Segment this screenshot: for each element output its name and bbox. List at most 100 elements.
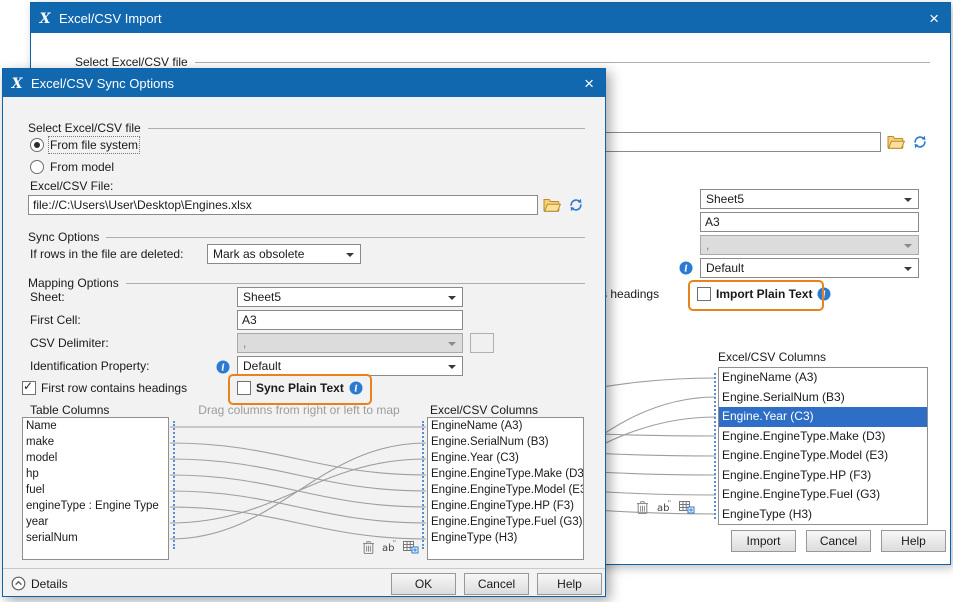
help-button[interactable]: Help (537, 573, 602, 595)
separator-line (148, 128, 585, 129)
file-path-input[interactable] (28, 195, 538, 215)
radio-from-model[interactable]: From model (30, 159, 114, 174)
excel-columns-list[interactable]: EngineName (A3)Engine.SerialNum (B3)Engi… (427, 417, 584, 560)
identification-property-combo[interactable]: Default (700, 258, 919, 278)
radio-unselected-icon[interactable] (30, 160, 44, 174)
refresh-icon[interactable] (567, 196, 585, 213)
list-item[interactable]: fuel (23, 482, 168, 498)
list-item[interactable]: Engine.EngineType.Make (D3) (428, 466, 583, 482)
first-row-headings-checkbox[interactable]: First row contains headings (22, 380, 187, 396)
custom-delimiter-input (470, 333, 494, 353)
dialog-title: Excel/CSV Sync Options (31, 76, 174, 91)
list-item[interactable]: Name (23, 418, 168, 434)
mapping-curve (170, 459, 426, 491)
refresh-arrows-icon (912, 134, 928, 150)
help-button[interactable]: Help (881, 530, 946, 552)
info-icon[interactable]: i (679, 261, 693, 275)
import-dialog-titlebar[interactable]: X Excel/CSV Import × (31, 3, 950, 33)
list-item[interactable]: Engine.EngineType.HP (F3) (719, 466, 927, 486)
refresh-icon[interactable] (911, 133, 929, 150)
dialog-title: Excel/CSV Import (59, 11, 162, 26)
svg-text:i: i (354, 385, 358, 395)
list-item[interactable]: year (23, 514, 168, 530)
first-cell-input[interactable] (700, 212, 919, 232)
list-item[interactable]: Engine.EngineType.Model (E3) (428, 482, 583, 498)
sync-plain-text-label: Sync Plain Text (256, 381, 344, 395)
list-item[interactable]: EngineName (A3) (719, 368, 927, 388)
details-label: Details (31, 577, 68, 591)
ok-button[interactable]: OK (391, 573, 456, 595)
csv-delimiter-combo: , (237, 333, 463, 353)
map-by-order-icon[interactable] (677, 498, 695, 515)
list-item[interactable]: make (23, 434, 168, 450)
first-cell-label: First Cell: (30, 313, 81, 328)
checkbox-checked-icon[interactable] (22, 381, 36, 395)
excel-columns-list[interactable]: EngineName (A3)Engine.SerialNum (B3)Engi… (718, 367, 928, 525)
remove-mapping-icon[interactable] (359, 538, 377, 555)
browse-folder-icon[interactable] (887, 133, 905, 150)
svg-text:i: i (684, 265, 688, 275)
list-item[interactable]: Engine.EngineType.HP (F3) (428, 498, 583, 514)
list-item[interactable]: Engine.Year (C3) (428, 450, 583, 466)
info-icon[interactable]: i (216, 360, 230, 374)
list-item[interactable]: Engine.EngineType.Make (D3) (719, 427, 927, 447)
cancel-button[interactable]: Cancel (806, 530, 871, 552)
list-item[interactable]: EngineName (A3) (428, 418, 583, 434)
remove-mapping-icon[interactable] (633, 498, 651, 515)
svg-text:X: X (39, 11, 52, 26)
checkbox-unchecked-icon[interactable] (697, 287, 711, 301)
sync-options-heading: Sync Options (28, 230, 585, 244)
sheet-combo[interactable]: Sheet5 (237, 287, 463, 307)
sync-dialog: X Excel/CSV Sync Options × Select Excel/… (2, 68, 606, 597)
list-item[interactable]: EngineType (H3) (428, 530, 583, 546)
list-item[interactable]: Engine.Year (C3) (719, 407, 927, 427)
sync-dialog-titlebar[interactable]: X Excel/CSV Sync Options × (3, 69, 605, 97)
browse-folder-icon[interactable] (543, 196, 561, 213)
radio-from-file-system[interactable]: From file system (30, 137, 138, 152)
deleted-rows-value: Mark as obsolete (213, 247, 304, 261)
cancel-button[interactable]: Cancel (464, 573, 529, 595)
map-by-name-icon[interactable]: ab" (655, 498, 673, 515)
details-expand-icon (11, 576, 26, 591)
import-button[interactable]: Import (731, 530, 796, 552)
list-item[interactable]: model (23, 450, 168, 466)
select-file-heading: Select Excel/CSV file (28, 121, 585, 135)
list-item[interactable]: EngineType (H3) (719, 505, 927, 525)
select-file-heading: Select Excel/CSV file (75, 55, 930, 69)
close-icon[interactable]: × (579, 74, 599, 93)
separator-line (106, 237, 585, 238)
info-icon[interactable]: i (817, 287, 831, 301)
open-folder-icon (887, 134, 905, 150)
info-icon[interactable]: i (349, 381, 363, 395)
identification-property-combo[interactable]: Default (237, 356, 463, 376)
map-by-order-icon[interactable] (401, 538, 419, 555)
csv-delimiter-value: , (243, 336, 246, 350)
svg-text:i: i (823, 291, 827, 301)
close-icon[interactable]: × (924, 9, 944, 28)
table-columns-list[interactable]: NamemakemodelhpfuelengineType : Engine T… (22, 417, 169, 560)
list-item[interactable]: hp (23, 466, 168, 482)
list-item[interactable]: Engine.SerialNum (B3) (719, 388, 927, 408)
radio-selected-icon[interactable] (30, 138, 44, 152)
list-item[interactable]: Engine.SerialNum (B3) (428, 434, 583, 450)
first-row-headings-label: First row contains headings (41, 381, 187, 395)
map-by-name-icon[interactable]: ab" (380, 538, 398, 555)
import-plain-text-checkbox[interactable]: Import Plain Text i (697, 286, 831, 302)
deleted-rows-combo[interactable]: Mark as obsolete (207, 244, 361, 264)
separator-line (195, 62, 930, 63)
sync-plain-text-checkbox[interactable]: Sync Plain Text i (237, 380, 363, 396)
sync-dialog-body: Select Excel/CSV file From file system F… (3, 97, 605, 596)
details-toggle[interactable]: Details (11, 576, 68, 591)
svg-text:i: i (221, 364, 225, 374)
list-item[interactable]: serialNum (23, 530, 168, 546)
table-columns-heading: Table Columns (30, 403, 109, 418)
list-item[interactable]: Engine.EngineType.Fuel (G3) (428, 514, 583, 530)
list-item[interactable]: Engine.EngineType.Fuel (G3) (719, 485, 927, 505)
drop-edge-indicator (422, 421, 424, 549)
sheet-label: Sheet: (30, 290, 65, 305)
sheet-combo[interactable]: Sheet5 (700, 189, 919, 209)
list-item[interactable]: Engine.EngineType.Model (E3) (719, 446, 927, 466)
first-cell-input[interactable] (237, 310, 463, 330)
list-item[interactable]: engineType : Engine Type (23, 498, 168, 514)
checkbox-unchecked-icon[interactable] (237, 381, 251, 395)
